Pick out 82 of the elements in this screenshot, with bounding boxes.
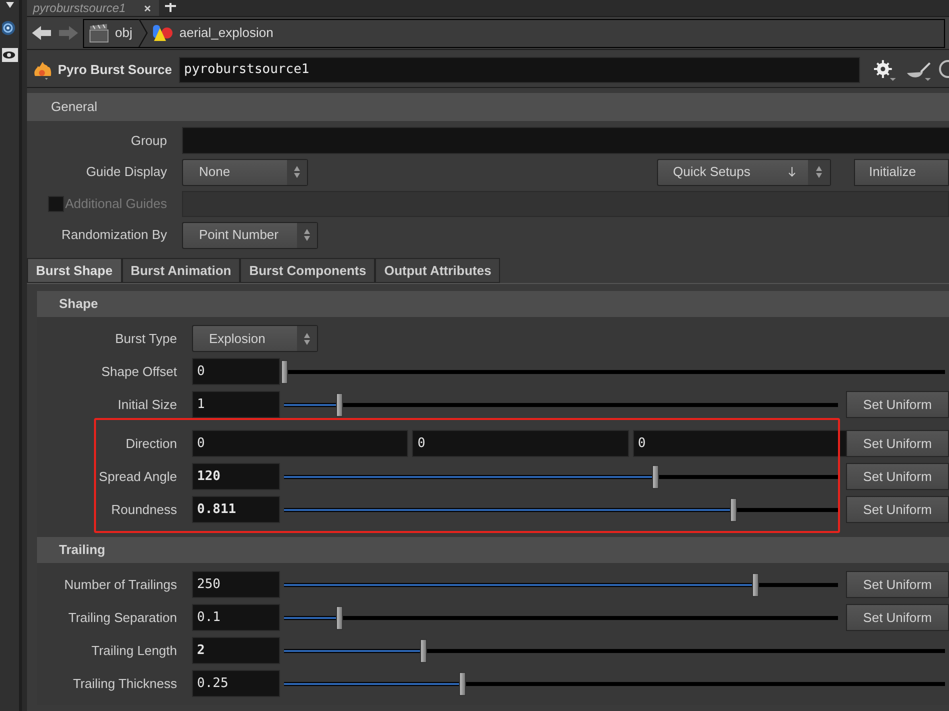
value-field[interactable]: 120 [192, 463, 280, 490]
set-uniform-button[interactable]: Set Uniform [846, 571, 949, 598]
set-uniform-button[interactable]: Set Uniform [846, 391, 949, 418]
slider-track[interactable] [284, 572, 838, 596]
slider-track[interactable] [284, 392, 838, 416]
section-header[interactable]: Shape [37, 291, 949, 317]
dropdown-menu[interactable]: Explosion [192, 325, 318, 352]
plus-icon[interactable] [164, 3, 176, 12]
path-segment[interactable]: obj [115, 23, 132, 43]
slider-thumb[interactable] [459, 672, 466, 696]
set-uniform-button[interactable]: Set Uniform [846, 604, 949, 631]
slider-track[interactable] [284, 464, 838, 488]
slider-track[interactable] [284, 672, 945, 696]
value-field[interactable] [182, 127, 949, 154]
param-label: Number of Trailings [64, 576, 177, 594]
value-field[interactable]: 0.25 [192, 670, 280, 697]
value-field[interactable]: 250 [192, 571, 280, 598]
spinner-icon [297, 222, 317, 248]
value-field[interactable]: 0 [192, 358, 280, 385]
slider-thumb[interactable] [336, 606, 344, 630]
value-field[interactable]: 0 [412, 430, 629, 457]
slider-thumb[interactable] [420, 638, 427, 662]
target-icon[interactable] [2, 20, 18, 36]
shapes-icon [152, 24, 174, 42]
quick-setups-menu[interactable]: Quick Setups [657, 158, 831, 186]
slider-thumb[interactable] [752, 572, 759, 596]
param-label: Initial Size [118, 396, 177, 414]
param-label: Guide Display [86, 163, 167, 182]
path-bar[interactable]: obj aerial_explosion [83, 18, 945, 48]
slider-thumb[interactable] [336, 392, 344, 416]
value-field[interactable]: 0.811 [192, 496, 280, 523]
param-label: Randomization By [62, 226, 167, 244]
param-label: Trailing Separation [68, 608, 177, 627]
clapperboard-icon [89, 23, 109, 43]
param-label: Group [130, 132, 167, 150]
param-label: Burst Type [115, 330, 177, 348]
spinner-icon [297, 326, 317, 351]
param-label: Additional Guides [65, 194, 167, 213]
initialize-button[interactable]: Initialize [854, 158, 949, 186]
caret-icon[interactable] [6, 2, 14, 8]
gear-icon[interactable] [873, 58, 898, 80]
fireball-icon[interactable] [33, 60, 53, 80]
folder-tab[interactable]: Burst Animation [122, 258, 240, 283]
spinner-icon [287, 160, 307, 184]
dropdown-menu[interactable]: None [182, 158, 308, 186]
slider-thumb[interactable] [281, 360, 288, 384]
set-uniform-button[interactable]: Set Uniform [846, 496, 949, 523]
folder-header[interactable]: General [51, 97, 98, 117]
param-label: Trailing Thickness [72, 674, 177, 693]
spinner-icon [808, 160, 830, 184]
pane-tab[interactable]: pyroburstsource1 [27, 0, 159, 16]
param-label: Roundness [111, 500, 177, 519]
param-label: Spread Angle [98, 468, 177, 486]
folder-tab[interactable]: Burst Components [240, 258, 376, 283]
slider-thumb[interactable] [730, 498, 737, 522]
param-label: Direction [126, 434, 177, 453]
slider-track[interactable] [284, 360, 945, 384]
value-field[interactable]: 0 [192, 430, 408, 457]
close-icon[interactable] [144, 4, 151, 12]
param-label: Shape Offset [101, 362, 177, 381]
back-arrow-icon[interactable] [31, 24, 53, 42]
search-icon[interactable] [936, 58, 949, 80]
node-type-label: Pyro Burst Source [58, 60, 172, 79]
slider-thumb[interactable] [652, 464, 660, 488]
slider-track[interactable] [284, 606, 838, 630]
value-field[interactable]: 2 [192, 637, 280, 664]
slider-track[interactable] [284, 498, 838, 522]
section-header[interactable]: Trailing [37, 537, 949, 563]
set-uniform-button[interactable]: Set Uniform [846, 430, 949, 457]
set-uniform-button[interactable]: Set Uniform [846, 463, 949, 490]
value-field[interactable]: 1 [192, 391, 280, 418]
folder-tab[interactable]: Output Attributes [375, 258, 500, 283]
value-field[interactable]: 0.1 [192, 604, 280, 631]
eye-icon[interactable] [2, 48, 18, 62]
node-name-field[interactable]: pyroburstsource1 [179, 56, 860, 82]
path-segment[interactable]: aerial_explosion [179, 23, 274, 43]
param-label: Trailing Length [91, 642, 177, 660]
down-arrow-icon [788, 167, 796, 177]
folder-tab[interactable]: Burst Shape [27, 258, 122, 283]
chevron-icon [138, 19, 148, 47]
dropdown-menu[interactable]: Point Number [182, 222, 318, 248]
slider-track[interactable] [284, 638, 945, 662]
